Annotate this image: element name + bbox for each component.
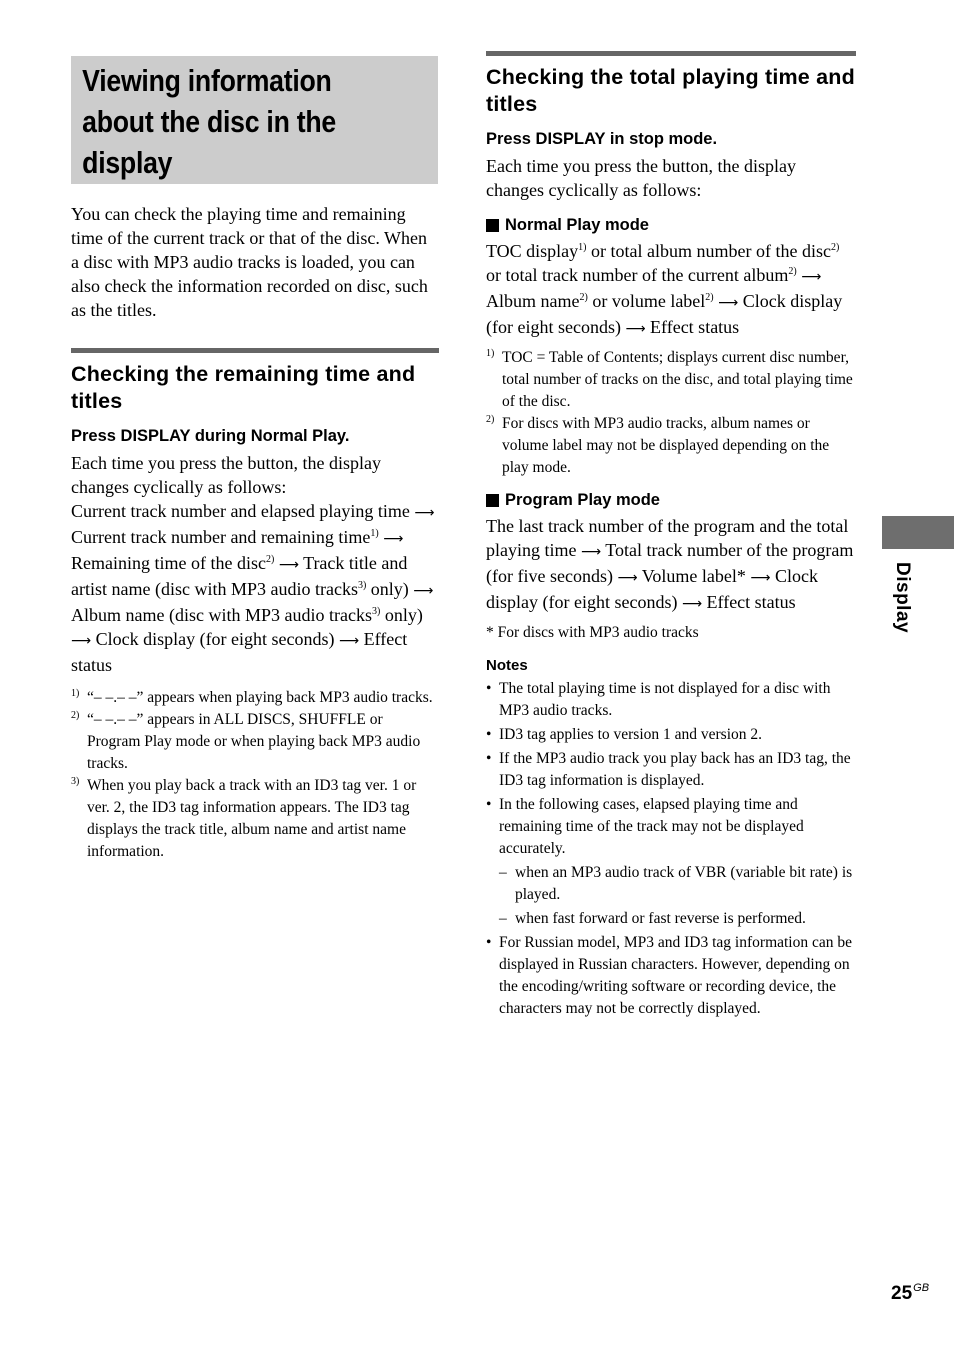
arrow-icon: ⟶ bbox=[681, 596, 703, 612]
square-bullet-icon bbox=[486, 493, 499, 507]
footnote-list: 1) “– –.– –” appears when playing back M… bbox=[71, 687, 439, 863]
notes-list: • The total playing time is not displaye… bbox=[486, 678, 856, 1020]
footnote-ref: 2) bbox=[579, 292, 588, 303]
section-rule bbox=[486, 51, 856, 56]
normal-play-heading: Normal Play mode bbox=[486, 214, 856, 236]
intro-paragraph: You can check the playing time and remai… bbox=[71, 204, 428, 320]
arrow-icon: ⟶ bbox=[278, 557, 299, 573]
bullet-icon: • bbox=[486, 796, 492, 813]
footnote-ref: 2) bbox=[265, 554, 275, 565]
region-suffix: GB bbox=[913, 1282, 930, 1294]
arrow-icon: ⟶ bbox=[617, 570, 638, 586]
note-subitem: – when fast forward or fast reverse is p… bbox=[486, 908, 856, 930]
right-column: Checking the total playing time and titl… bbox=[486, 51, 856, 1020]
arrow-icon: ⟶ bbox=[339, 633, 360, 649]
chapter-tab-marker bbox=[882, 516, 954, 549]
footnote-ref: 2) bbox=[788, 266, 797, 277]
note-subitem: – when an MP3 audio track of VBR (variab… bbox=[486, 862, 856, 906]
footnote: 2) “– –.– –” appears in ALL DISCS, SHUFF… bbox=[71, 710, 421, 772]
dash-icon: – bbox=[499, 864, 507, 881]
arrow-icon: ⟶ bbox=[718, 295, 739, 311]
normal-sequence: TOC display1) or total album number of t… bbox=[486, 241, 843, 337]
footnote-list: 1) TOC = Table of Contents; displays cur… bbox=[486, 347, 856, 479]
instruction: Press DISPLAY in stop mode. bbox=[486, 130, 718, 148]
chapter-tab-label: Display bbox=[892, 562, 913, 634]
arrow-icon: ⟶ bbox=[383, 531, 404, 547]
note-item: • ID3 tag applies to version 1 and versi… bbox=[486, 724, 856, 746]
note-item: • The total playing time is not displaye… bbox=[486, 678, 856, 722]
section-rule bbox=[71, 348, 439, 353]
arrow-icon: ⟶ bbox=[801, 269, 822, 285]
bullet-icon: • bbox=[486, 750, 492, 767]
arrow-icon: ⟶ bbox=[414, 505, 435, 521]
bullet-icon: • bbox=[486, 726, 492, 743]
page-title-line: about the disc in the bbox=[82, 104, 336, 139]
footnote-ref: 2) bbox=[705, 292, 714, 303]
bullet-icon: • bbox=[486, 680, 492, 697]
arrow-icon: ⟶ bbox=[413, 583, 434, 599]
bullet-icon: • bbox=[486, 934, 492, 951]
section-title: Checking the remaining time and titles bbox=[71, 362, 416, 413]
instruction: Press DISPLAY during Normal Play. bbox=[71, 427, 350, 445]
section-remaining: Checking the remaining time and titles P… bbox=[71, 348, 439, 863]
footnote-ref: 3) bbox=[357, 580, 367, 591]
note-item: • In the following cases, elapsed playin… bbox=[486, 794, 856, 860]
page-number: 25GB bbox=[891, 1282, 930, 1304]
display-sequence: Current track number and elapsed playing… bbox=[71, 501, 435, 675]
footnote-ref: 1) bbox=[370, 528, 379, 539]
left-column: You can check the playing time and remai… bbox=[71, 202, 439, 863]
asterisk-note: * For discs with MP3 audio tracks bbox=[486, 624, 699, 641]
section-title: Checking the total playing time and titl… bbox=[486, 65, 855, 116]
page-title: Viewing information about the disc in th… bbox=[71, 56, 443, 183]
page-title-box: Viewing information about the disc in th… bbox=[71, 56, 438, 184]
arrow-icon: ⟶ bbox=[71, 633, 92, 649]
dash-icon: – bbox=[499, 910, 507, 927]
program-sequence: The last track number of the program and… bbox=[486, 516, 854, 612]
note-item: • For Russian model, MP3 and ID3 tag inf… bbox=[486, 932, 856, 1020]
note-item: • If the MP3 audio track you play back h… bbox=[486, 748, 856, 792]
footnote: 1) TOC = Table of Contents; displays cur… bbox=[486, 348, 853, 410]
footnote-ref: 1) bbox=[578, 242, 587, 253]
footnote-ref: 3) bbox=[371, 606, 381, 617]
arrow-icon: ⟶ bbox=[580, 544, 602, 560]
footnote: 1) “– –.– –” appears when playing back M… bbox=[71, 688, 433, 706]
lead-text: Each time you press the button, the disp… bbox=[71, 453, 381, 497]
page-title-line: display bbox=[82, 145, 173, 180]
footnote-ref: 2) bbox=[830, 242, 840, 253]
square-bullet-icon bbox=[486, 218, 499, 232]
lead-text: Each time you press the button, the disp… bbox=[486, 156, 796, 200]
arrow-icon: ⟶ bbox=[750, 570, 771, 586]
notes-heading: Notes bbox=[486, 657, 528, 674]
footnote: 2) For discs with MP3 audio tracks, albu… bbox=[486, 414, 830, 476]
page-title-line: Viewing information bbox=[82, 63, 332, 98]
arrow-icon: ⟶ bbox=[625, 321, 646, 337]
footnote: 3) When you play back a track with an ID… bbox=[71, 776, 417, 860]
program-play-heading: Program Play mode bbox=[486, 489, 856, 511]
